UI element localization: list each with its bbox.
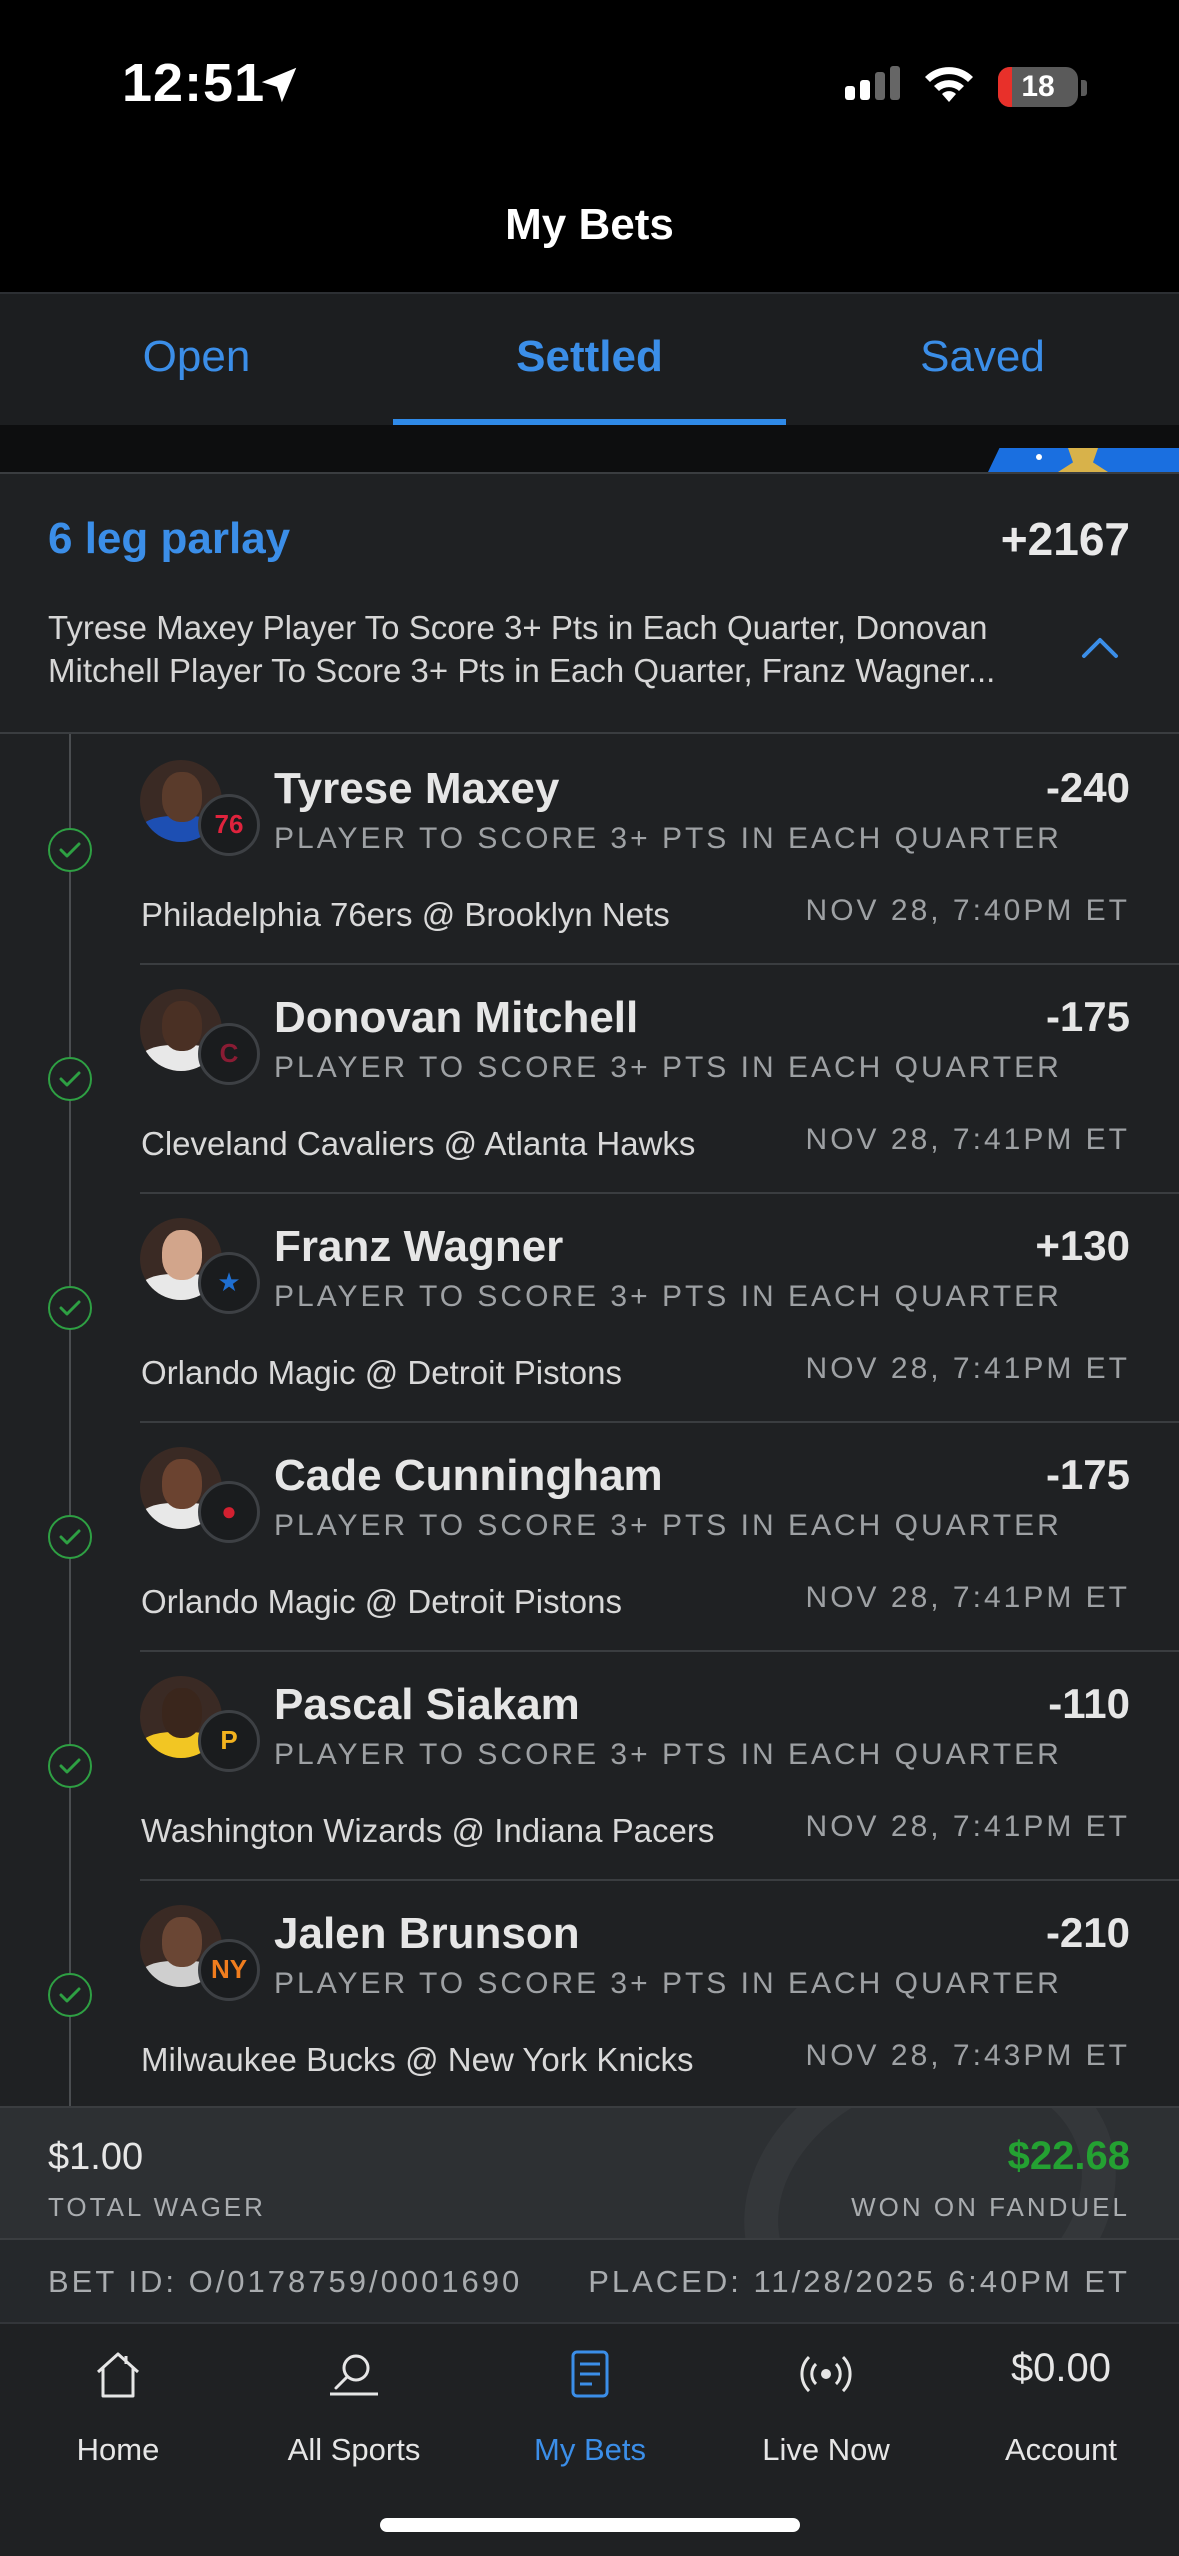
player-name: Tyrese Maxey (274, 764, 560, 813)
leg-matchup: Orlando Magic @ Detroit Pistons (141, 1583, 623, 1620)
player-name: Donovan Mitchell (274, 993, 639, 1042)
leg-matchup: Cleveland Cavaliers @ Atlanta Hawks (141, 1125, 696, 1162)
status-bar: 12:51 18 (0, 0, 1179, 175)
wifi-icon (925, 67, 973, 102)
team-logo-icon: NY (198, 1939, 260, 2001)
home-indicator (380, 2518, 800, 2532)
player-face (162, 1230, 202, 1280)
parlay-card: 6 leg parlay +2167 Tyrese Maxey Player T… (0, 472, 1179, 2556)
chevron-up-icon[interactable] (1080, 634, 1120, 660)
team-logo-icon: ● (198, 1481, 260, 1543)
location-arrow-icon (261, 67, 297, 103)
nav-all-sports-label: All Sports (287, 2432, 421, 2467)
team-logo-icon: ★ (198, 1252, 260, 1314)
live-broadcast-icon (800, 2355, 852, 2393)
leg-odds: -175 (1045, 993, 1130, 1040)
leg-market: PLAYER TO SCORE 3+ PTS IN EACH QUARTER (274, 1967, 1062, 2000)
tab-saved[interactable]: Saved (786, 294, 1179, 427)
promo-dot (1036, 454, 1042, 460)
player-face (162, 1001, 202, 1051)
won-value: $22.68 (1007, 2134, 1130, 2178)
nav-account[interactable]: $0.00 Account (943, 2324, 1179, 2484)
leg-market: PLAYER TO SCORE 3+ PTS IN EACH QUARTER (274, 822, 1062, 855)
player-name: Pascal Siakam (274, 1680, 580, 1729)
leg-start-time: NOV 28, 7:41PM ET (805, 1810, 1130, 1843)
player-name: Franz Wagner (274, 1222, 564, 1271)
tab-settled[interactable]: Settled (393, 294, 786, 427)
leg-matchup: Washington Wizards @ Indiana Pacers (141, 1812, 715, 1849)
nav-my-bets-label: My Bets (534, 2432, 646, 2467)
page-title: My Bets (505, 200, 674, 249)
nav-home[interactable]: Home (0, 2324, 236, 2484)
total-wager-label: TOTAL WAGER (48, 2192, 266, 2222)
status-time: 12:51 (122, 53, 266, 113)
total-wager-value: $1.00 (48, 2136, 144, 2178)
check-icon (48, 1973, 92, 2017)
leg-odds: -210 (1045, 1909, 1130, 1956)
leg-row[interactable]: NY Jalen Brunson -210 PLAYER TO SCORE 3+… (0, 1881, 1179, 2110)
leg-start-time: NOV 28, 7:41PM ET (805, 1581, 1130, 1614)
nav-account-label: Account (1004, 2432, 1117, 2467)
leg-start-time: NOV 28, 7:41PM ET (805, 1123, 1130, 1156)
player-face (162, 1688, 202, 1738)
team-logo-icon: C (198, 1023, 260, 1085)
leg-odds: -175 (1045, 1451, 1130, 1498)
leg-market: PLAYER TO SCORE 3+ PTS IN EACH QUARTER (274, 1509, 1062, 1542)
leg-start-time: NOV 28, 7:40PM ET (805, 894, 1130, 927)
nav-home-label: Home (76, 2432, 160, 2467)
leg-market: PLAYER TO SCORE 3+ PTS IN EACH QUARTER (274, 1280, 1062, 1313)
leg-start-time: NOV 28, 7:43PM ET (805, 2039, 1130, 2072)
leg-row[interactable]: 76 Tyrese Maxey -240 PLAYER TO SCORE 3+ … (0, 736, 1179, 965)
leg-row[interactable]: C Donovan Mitchell -175 PLAYER TO SCORE … (0, 965, 1179, 1194)
leg-start-time: NOV 28, 7:41PM ET (805, 1352, 1130, 1385)
player-face (162, 1917, 202, 1967)
battery-icon: 18 (998, 67, 1078, 107)
player-name: Cade Cunningham (274, 1451, 663, 1500)
team-logo-icon: 76 (198, 794, 260, 856)
nav-live-now[interactable]: Live Now (708, 2324, 944, 2484)
account-balance: $0.00 (1010, 2346, 1112, 2390)
won-label: WON ON FANDUEL (851, 2192, 1130, 2222)
leg-market: PLAYER TO SCORE 3+ PTS IN EACH QUARTER (274, 1051, 1062, 1084)
card-divider (0, 732, 1179, 734)
bets-tabs: Open Settled Saved (0, 292, 1179, 425)
leg-matchup: Philadelphia 76ers @ Brooklyn Nets (141, 896, 670, 933)
parlay-title: 6 leg parlay (48, 514, 291, 563)
bet-meta: BET ID: O/0178759/0001690 PLACED: 11/28/… (0, 2238, 1179, 2322)
leg-market: PLAYER TO SCORE 3+ PTS IN EACH QUARTER (274, 1738, 1062, 1771)
battery-cap (1081, 80, 1087, 96)
leg-row[interactable]: ★ Franz Wagner +130 PLAYER TO SCORE 3+ P… (0, 1194, 1179, 1423)
search-icon (330, 2354, 378, 2396)
check-icon (48, 1744, 92, 1788)
check-icon (48, 1057, 92, 1101)
team-logo-icon: P (198, 1710, 260, 1772)
parlay-summary: Tyrese Maxey Player To Score 3+ Pts in E… (48, 609, 996, 689)
check-icon (48, 828, 92, 872)
placed-date: PLACED: 11/28/2025 6:40PM ET (588, 2264, 1130, 2299)
tab-open[interactable]: Open (0, 294, 393, 427)
nav-live-now-label: Live Now (762, 2432, 890, 2467)
leg-matchup: Milwaukee Bucks @ New York Knicks (141, 2041, 694, 2078)
leg-odds: -240 (1045, 764, 1130, 811)
parlay-odds: +2167 (1000, 513, 1130, 565)
check-icon (48, 1515, 92, 1559)
totals-bar: $1.00 TOTAL WAGER $22.68 WON ON FANDUEL (0, 2106, 1179, 2238)
leg-odds: -110 (1048, 1680, 1130, 1727)
bet-id: BET ID: O/0178759/0001690 (48, 2264, 523, 2299)
leg-odds: +130 (1035, 1222, 1130, 1269)
bet-slip-icon (571, 2350, 609, 2398)
leg-matchup: Orlando Magic @ Detroit Pistons (141, 1354, 623, 1391)
check-icon (48, 1286, 92, 1330)
home-icon (96, 2352, 140, 2398)
nav-my-bets[interactable]: My Bets (472, 2324, 708, 2484)
battery-level: 18 (1021, 70, 1055, 103)
player-face (162, 772, 202, 822)
player-face (162, 1459, 202, 1509)
leg-row[interactable]: ● Cade Cunningham -175 PLAYER TO SCORE 3… (0, 1423, 1179, 1652)
nav-all-sports[interactable]: All Sports (236, 2324, 472, 2484)
player-name: Jalen Brunson (274, 1909, 580, 1958)
leg-row[interactable]: P Pascal Siakam -110 PLAYER TO SCORE 3+ … (0, 1652, 1179, 1881)
